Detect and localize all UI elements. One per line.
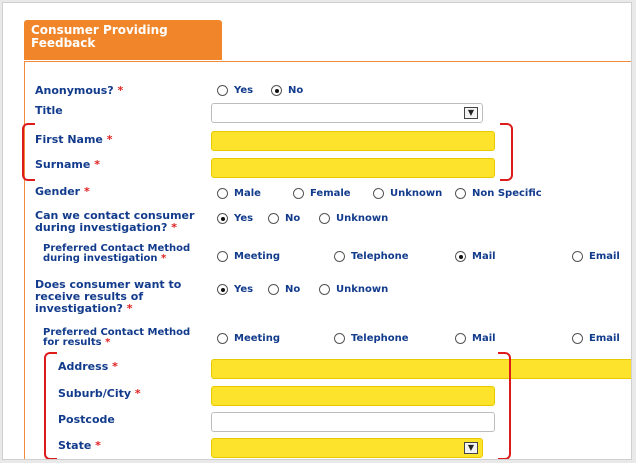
title-label: Title [35,104,63,117]
gender-female-radio[interactable]: Female [293,188,351,199]
chevron-down-icon: ▼ [464,442,478,454]
anonymous-label: Anonymous? * [35,84,124,97]
radio-icon [572,333,583,344]
radio-icon [268,213,279,224]
radio-icon [319,213,330,224]
suburb-label: Suburb/City * [58,387,141,400]
address-input[interactable] [211,359,631,379]
contact-during-no-radio[interactable]: No [268,213,300,224]
radio-icon [217,251,228,262]
postcode-input[interactable] [211,412,495,432]
title-select[interactable]: ▼ [211,103,483,123]
pref-results-mail-radio[interactable]: Mail [455,333,496,344]
anonymous-yes-radio[interactable]: Yes [217,85,253,96]
pref-results-email-radio[interactable]: Email [572,333,620,344]
pref-results-meeting-radio[interactable]: Meeting [217,333,280,344]
pref-during-meeting-radio[interactable]: Meeting [217,251,280,262]
pref-contact-during-label: Preferred Contact Method during investig… [43,243,191,264]
name-bracket-right [500,123,513,181]
gender-male-radio[interactable]: Male [217,188,261,199]
pref-contact-results-label: Preferred Contact Method for results * [43,327,191,348]
radio-icon [455,333,466,344]
anonymous-no-radio[interactable]: No [271,85,303,96]
state-label: State * [58,439,101,452]
receive-results-label: Does consumer want to receive results of… [35,278,182,315]
state-select[interactable]: ▼ [211,438,483,458]
radio-icon [334,333,345,344]
gender-label: Gender * [35,185,90,198]
section-header: Consumer Providing Feedback [24,20,222,60]
pref-results-telephone-radio[interactable]: Telephone [334,333,409,344]
radio-icon [217,188,228,199]
first-name-label: First Name * [35,133,113,146]
address-bracket-left [44,352,57,459]
gender-nonspecific-radio[interactable]: Non Specific [455,188,542,199]
radio-selected-icon [455,251,466,262]
surname-input[interactable] [211,158,495,178]
suburb-input[interactable] [211,386,495,406]
receive-results-no-radio[interactable]: No [268,284,300,295]
radio-icon [319,284,330,295]
radio-icon [268,284,279,295]
feedback-panel: Consumer Providing Feedback Anonymous? *… [2,2,632,460]
contact-during-label: Can we contact consumer during investiga… [35,209,195,234]
receive-results-yes-radio[interactable]: Yes [217,284,253,295]
surname-label: Surname * [35,158,100,171]
radio-icon [293,188,304,199]
radio-icon [217,85,228,96]
radio-icon [572,251,583,262]
radio-selected-icon [271,85,282,96]
radio-icon [373,188,384,199]
receive-results-unknown-radio[interactable]: Unknown [319,284,388,295]
radio-icon [455,188,466,199]
postcode-label: Postcode [58,413,115,426]
address-label: Address * [58,360,118,373]
pref-during-telephone-radio[interactable]: Telephone [334,251,409,262]
gender-unknown-radio[interactable]: Unknown [373,188,442,199]
radio-icon [217,333,228,344]
contact-during-yes-radio[interactable]: Yes [217,213,253,224]
chevron-down-icon: ▼ [464,107,478,119]
contact-during-unknown-radio[interactable]: Unknown [319,213,388,224]
address-bracket-right [498,352,511,459]
name-bracket-left [22,123,35,181]
pref-during-email-radio[interactable]: Email [572,251,620,262]
first-name-input[interactable] [211,131,495,151]
pref-during-mail-radio[interactable]: Mail [455,251,496,262]
radio-selected-icon [217,284,228,295]
radio-selected-icon [217,213,228,224]
radio-icon [334,251,345,262]
